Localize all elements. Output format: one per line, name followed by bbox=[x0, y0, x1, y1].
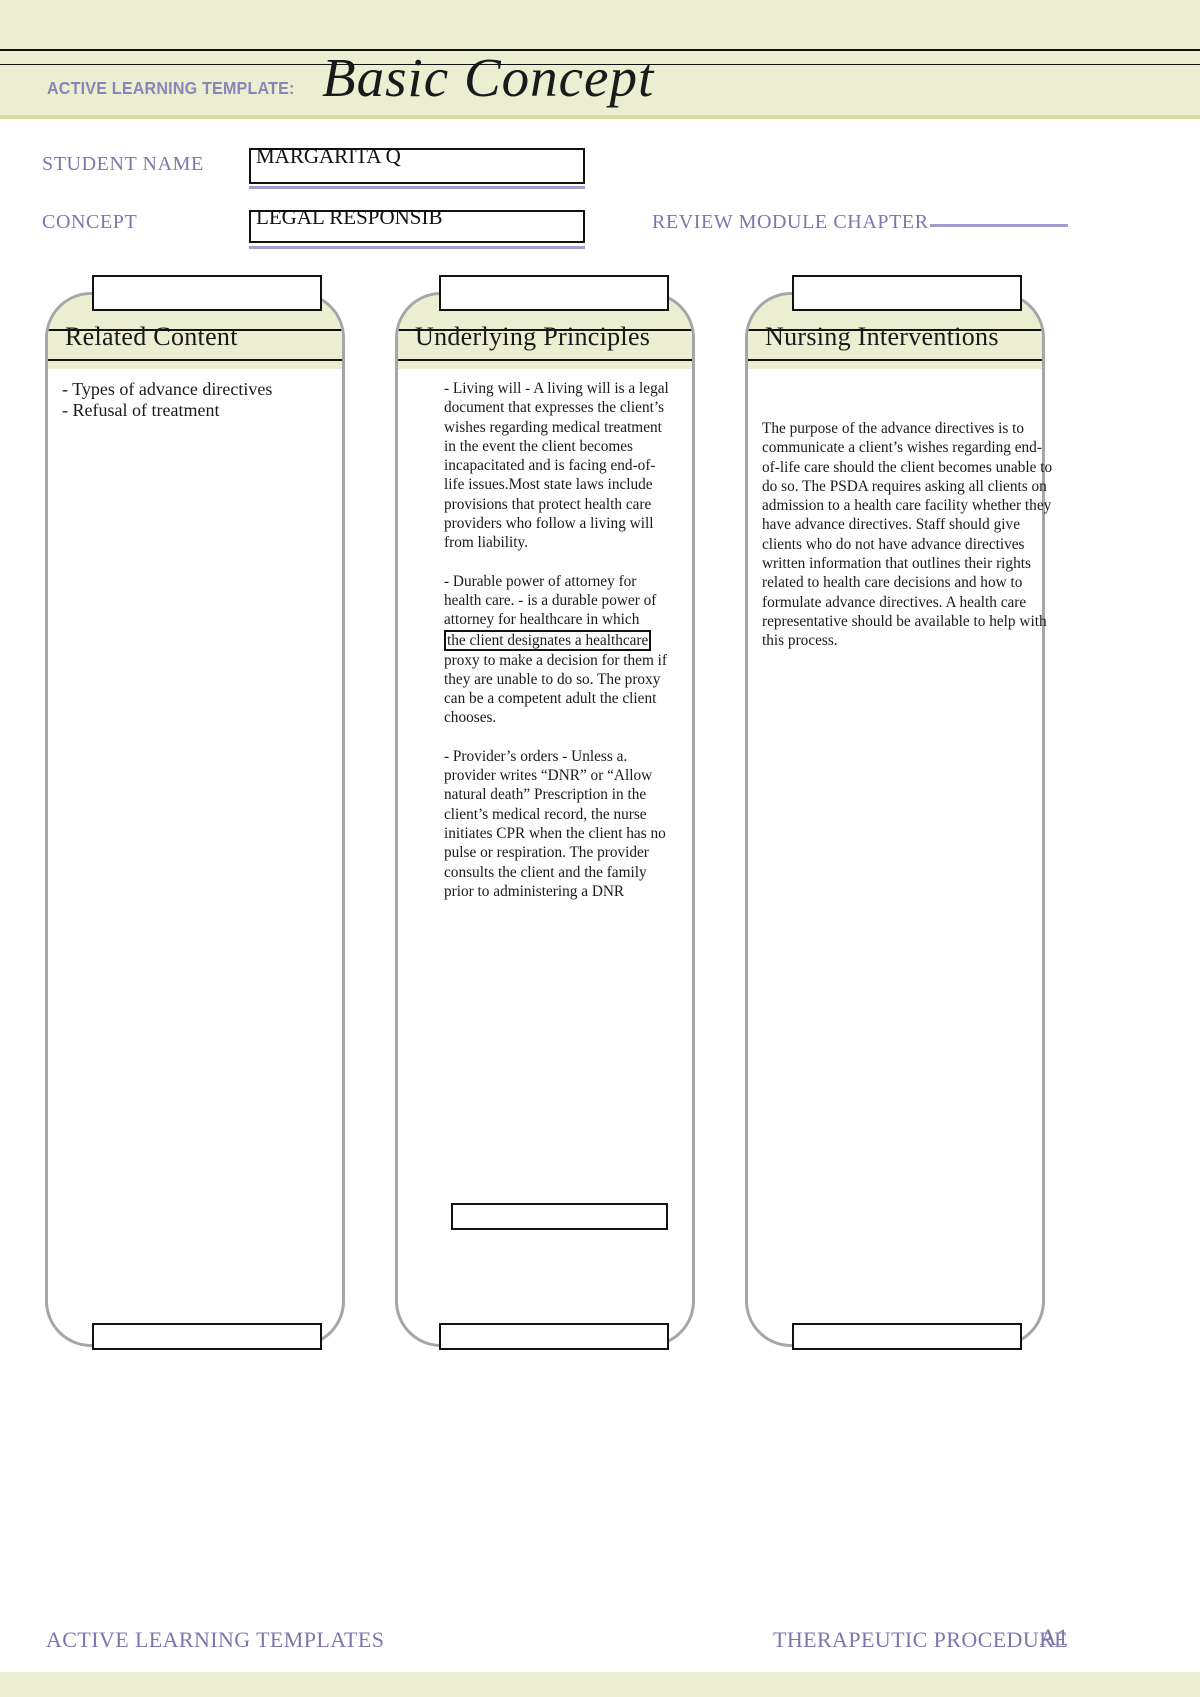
nursing-interventions-bottom-box[interactable] bbox=[792, 1323, 1022, 1350]
principle-durable-poa-part1: - Durable power of attorney for health c… bbox=[444, 572, 657, 629]
student-name-underline bbox=[249, 186, 585, 189]
principle-durable-poa: - Durable power of attorney for health c… bbox=[444, 572, 672, 728]
footer-brand: ACTIVE LEARNING TEMPLATES bbox=[46, 1627, 385, 1652]
principle-provider-orders: - Provider’s orders - Unless a. provider… bbox=[444, 747, 666, 900]
highlighted-phrase: the client designates a healthcare bbox=[444, 629, 652, 651]
nursing-interventions-body: The purpose of the advance directives is… bbox=[762, 419, 1057, 651]
related-content-list: - Types of advance directives - Refusal … bbox=[62, 379, 273, 420]
underlying-principles-body: - Living will - A living will is a legal… bbox=[444, 379, 672, 901]
underlying-principles-top-box[interactable] bbox=[439, 275, 669, 311]
student-name-label: STUDENT NAME bbox=[42, 153, 204, 175]
underlying-principles-mid-box[interactable] bbox=[451, 1203, 668, 1230]
concept-value: LEGAL RESPONSIB bbox=[256, 205, 443, 229]
underlying-principles-heading: Underlying Principles bbox=[415, 322, 651, 351]
related-content-bottom-box[interactable] bbox=[92, 1323, 322, 1350]
footer-category: THERAPEUTIC PROCEDURE bbox=[773, 1627, 1069, 1652]
footer-page-code: A1 bbox=[1040, 1625, 1069, 1650]
nursing-interventions-heading: Nursing Interventions bbox=[765, 322, 999, 351]
underlying-principles-bottom-box[interactable] bbox=[439, 1323, 669, 1350]
student-name-value: MARGARITA Q bbox=[256, 144, 401, 168]
principle-living-will: - Living will - A living will is a legal… bbox=[444, 380, 669, 552]
header-eyebrow-label: ACTIVE LEARNING TEMPLATE: bbox=[47, 78, 295, 98]
footer-band bbox=[0, 1672, 1200, 1697]
page-title: Basic Concept bbox=[322, 47, 655, 108]
concept-underline bbox=[249, 246, 585, 249]
related-content-panel bbox=[45, 292, 345, 1347]
related-content-heading: Related Content bbox=[65, 322, 238, 351]
review-module-chapter-label: REVIEW MODULE CHAPTER bbox=[652, 211, 929, 233]
principle-durable-poa-part2: proxy to make a decision for them if the… bbox=[444, 651, 668, 727]
nursing-interventions-top-box[interactable] bbox=[792, 275, 1022, 311]
intervention-text: The purpose of the advance directives is… bbox=[762, 420, 1053, 650]
related-content-top-box[interactable] bbox=[92, 275, 322, 311]
review-module-chapter-input[interactable] bbox=[930, 224, 1068, 227]
concept-label: CONCEPT bbox=[42, 211, 138, 233]
related-content-body: - Types of advance directives - Refusal … bbox=[62, 379, 332, 421]
